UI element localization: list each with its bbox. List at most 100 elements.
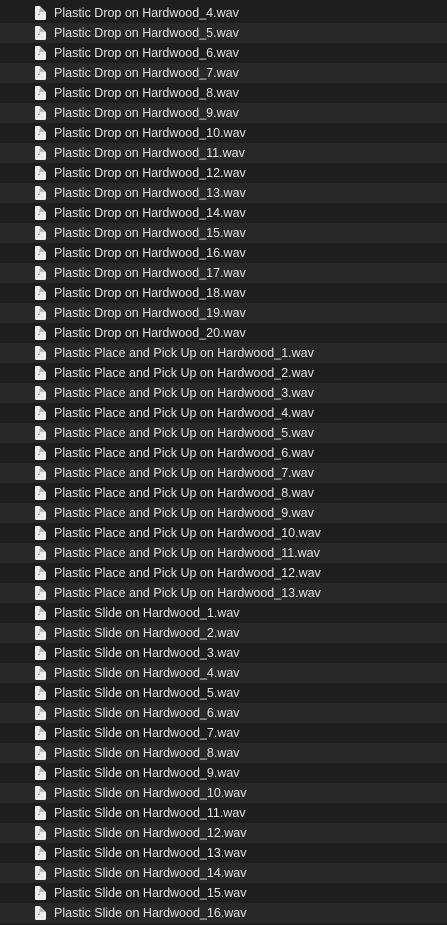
file-row[interactable]: Plastic Drop on Hardwood_8.wav xyxy=(0,83,447,103)
audio-file-icon xyxy=(35,506,46,520)
file-row[interactable]: Plastic Slide on Hardwood_16.wav xyxy=(0,903,447,923)
file-row[interactable]: Plastic Drop on Hardwood_16.wav xyxy=(0,243,447,263)
audio-file-icon xyxy=(35,226,46,240)
audio-file-icon xyxy=(35,446,46,460)
file-row[interactable]: Plastic Place and Pick Up on Hardwood_13… xyxy=(0,583,447,603)
audio-file-icon xyxy=(35,326,46,340)
file-row[interactable]: Plastic Drop on Hardwood_18.wav xyxy=(0,283,447,303)
file-row[interactable]: Plastic Place and Pick Up on Hardwood_4.… xyxy=(0,403,447,423)
file-name: Plastic Slide on Hardwood_16.wav xyxy=(54,906,247,920)
audio-file-icon xyxy=(35,706,46,720)
file-name: Plastic Drop on Hardwood_6.wav xyxy=(54,46,239,60)
audio-file-icon xyxy=(35,606,46,620)
file-row[interactable]: Plastic Drop on Hardwood_10.wav xyxy=(0,123,447,143)
audio-file-icon xyxy=(35,6,46,20)
file-row[interactable]: Plastic Place and Pick Up on Hardwood_3.… xyxy=(0,383,447,403)
file-row[interactable]: Plastic Slide on Hardwood_12.wav xyxy=(0,823,447,843)
file-name: Plastic Place and Pick Up on Hardwood_6.… xyxy=(54,446,314,460)
file-row[interactable]: Plastic Drop on Hardwood_9.wav xyxy=(0,103,447,123)
file-row[interactable]: Plastic Slide on Hardwood_11.wav xyxy=(0,803,447,823)
file-name: Plastic Drop on Hardwood_5.wav xyxy=(54,26,239,40)
file-name: Plastic Drop on Hardwood_14.wav xyxy=(54,206,246,220)
file-row[interactable]: Plastic Slide on Hardwood_9.wav xyxy=(0,763,447,783)
file-name: Plastic Place and Pick Up on Hardwood_11… xyxy=(54,546,320,560)
file-row[interactable]: Plastic Place and Pick Up on Hardwood_12… xyxy=(0,563,447,583)
file-row[interactable]: Plastic Drop on Hardwood_12.wav xyxy=(0,163,447,183)
file-name: Plastic Slide on Hardwood_2.wav xyxy=(54,626,240,640)
file-row[interactable]: Plastic Drop on Hardwood_4.wav xyxy=(0,3,447,23)
file-row[interactable]: Plastic Place and Pick Up on Hardwood_10… xyxy=(0,523,447,543)
file-row[interactable]: Plastic Slide on Hardwood_1.wav xyxy=(0,603,447,623)
file-row[interactable]: Plastic Slide on Hardwood_7.wav xyxy=(0,723,447,743)
file-name: Plastic Drop on Hardwood_16.wav xyxy=(54,246,246,260)
audio-file-icon xyxy=(35,626,46,640)
file-row[interactable]: Plastic Place and Pick Up on Hardwood_6.… xyxy=(0,443,447,463)
audio-file-icon xyxy=(35,266,46,280)
file-row[interactable]: Plastic Place and Pick Up on Hardwood_7.… xyxy=(0,463,447,483)
file-row[interactable]: Plastic Place and Pick Up on Hardwood_11… xyxy=(0,543,447,563)
file-name: Plastic Place and Pick Up on Hardwood_5.… xyxy=(54,426,314,440)
file-row[interactable]: Plastic Slide on Hardwood_13.wav xyxy=(0,843,447,863)
file-row[interactable]: Plastic Drop on Hardwood_14.wav xyxy=(0,203,447,223)
audio-file-icon xyxy=(35,186,46,200)
file-row[interactable]: Plastic Place and Pick Up on Hardwood_8.… xyxy=(0,483,447,503)
file-row[interactable]: Plastic Drop on Hardwood_13.wav xyxy=(0,183,447,203)
audio-file-icon xyxy=(35,886,46,900)
file-row[interactable]: Plastic Slide on Hardwood_2.wav xyxy=(0,623,447,643)
file-name: Plastic Drop on Hardwood_20.wav xyxy=(54,326,246,340)
file-row[interactable]: Plastic Drop on Hardwood_6.wav xyxy=(0,43,447,63)
file-row[interactable]: Plastic Slide on Hardwood_15.wav xyxy=(0,883,447,903)
file-row[interactable]: Plastic Drop on Hardwood_19.wav xyxy=(0,303,447,323)
file-name: Plastic Slide on Hardwood_11.wav xyxy=(54,806,246,820)
file-row[interactable]: Plastic Place and Pick Up on Hardwood_9.… xyxy=(0,503,447,523)
file-row[interactable]: Plastic Slide on Hardwood_6.wav xyxy=(0,703,447,723)
audio-file-icon xyxy=(35,746,46,760)
file-row[interactable]: Plastic Drop on Hardwood_15.wav xyxy=(0,223,447,243)
file-name: Plastic Drop on Hardwood_11.wav xyxy=(54,146,245,160)
audio-file-icon xyxy=(35,246,46,260)
file-row[interactable]: Plastic Slide on Hardwood_4.wav xyxy=(0,663,447,683)
file-name: Plastic Slide on Hardwood_15.wav xyxy=(54,886,247,900)
audio-file-icon xyxy=(35,306,46,320)
audio-file-icon xyxy=(35,486,46,500)
file-name: Plastic Drop on Hardwood_13.wav xyxy=(54,186,246,200)
file-name: Plastic Slide on Hardwood_12.wav xyxy=(54,826,247,840)
audio-file-icon xyxy=(35,666,46,680)
file-row[interactable]: Plastic Slide on Hardwood_8.wav xyxy=(0,743,447,763)
audio-file-icon xyxy=(35,206,46,220)
file-name: Plastic Drop on Hardwood_9.wav xyxy=(54,106,239,120)
file-row[interactable]: Plastic Slide on Hardwood_3.wav xyxy=(0,643,447,663)
file-name: Plastic Drop on Hardwood_15.wav xyxy=(54,226,246,240)
audio-file-icon xyxy=(35,546,46,560)
file-row[interactable]: Plastic Slide on Hardwood_14.wav xyxy=(0,863,447,883)
file-row[interactable]: Plastic Place and Pick Up on Hardwood_1.… xyxy=(0,343,447,363)
file-row[interactable]: Plastic Slide on Hardwood_5.wav xyxy=(0,683,447,703)
file-row[interactable]: Plastic Drop on Hardwood_17.wav xyxy=(0,263,447,283)
file-name: Plastic Drop on Hardwood_17.wav xyxy=(54,266,246,280)
audio-file-icon xyxy=(35,866,46,880)
file-row[interactable]: Plastic Slide on Hardwood_10.wav xyxy=(0,783,447,803)
file-name: Plastic Slide on Hardwood_13.wav xyxy=(54,846,247,860)
audio-file-icon xyxy=(35,566,46,580)
file-name: Plastic Place and Pick Up on Hardwood_10… xyxy=(54,526,321,540)
audio-file-icon xyxy=(35,906,46,920)
file-name: Plastic Drop on Hardwood_18.wav xyxy=(54,286,246,300)
file-name: Plastic Slide on Hardwood_8.wav xyxy=(54,746,240,760)
audio-file-icon xyxy=(35,46,46,60)
audio-file-icon xyxy=(35,166,46,180)
file-name: Plastic Drop on Hardwood_8.wav xyxy=(54,86,239,100)
file-row[interactable]: Plastic Drop on Hardwood_11.wav xyxy=(0,143,447,163)
file-list: Plastic Drop on Hardwood_4.wav Plastic Dr… xyxy=(0,0,447,925)
file-row[interactable]: Plastic Drop on Hardwood_20.wav xyxy=(0,323,447,343)
file-row[interactable]: Plastic Place and Pick Up on Hardwood_2.… xyxy=(0,363,447,383)
audio-file-icon xyxy=(35,66,46,80)
file-row[interactable]: Plastic Drop on Hardwood_5.wav xyxy=(0,23,447,43)
file-name: Plastic Slide on Hardwood_6.wav xyxy=(54,706,240,720)
file-row[interactable]: Plastic Place and Pick Up on Hardwood_5.… xyxy=(0,423,447,443)
file-name: Plastic Slide on Hardwood_7.wav xyxy=(54,726,240,740)
file-name: Plastic Place and Pick Up on Hardwood_7.… xyxy=(54,466,314,480)
file-row[interactable]: Plastic Drop on Hardwood_7.wav xyxy=(0,63,447,83)
audio-file-icon xyxy=(35,786,46,800)
audio-file-icon xyxy=(35,766,46,780)
audio-file-icon xyxy=(35,726,46,740)
